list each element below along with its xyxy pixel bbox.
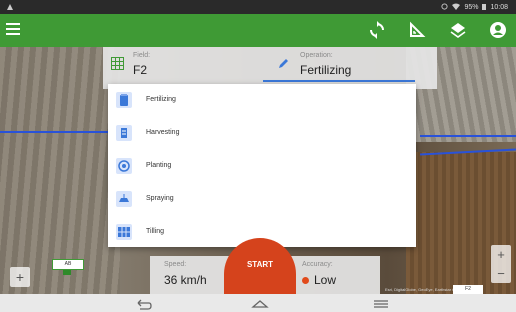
zoom-in-button[interactable]: +: [491, 245, 511, 264]
field-label: Field:: [133, 52, 151, 59]
start-button-label: START: [246, 260, 274, 269]
accuracy-indicator-dot: [302, 277, 309, 284]
speed-label: Speed:: [164, 261, 187, 268]
map-field-left: [0, 47, 120, 294]
accuracy-value: Low: [314, 273, 337, 287]
job-header-panel: Field: F2 Operation: Fertilizing: [103, 47, 437, 89]
operation-dropdown: Fertilizing Harvesting Planting Spraying…: [108, 84, 416, 247]
back-icon[interactable]: [135, 297, 153, 310]
wifi-icon: [452, 3, 461, 12]
battery-icon: [482, 3, 487, 12]
layers-icon[interactable]: [449, 21, 467, 39]
menu-item-fertilizing[interactable]: Fertilizing: [108, 84, 416, 117]
seed-icon: [116, 158, 132, 174]
vehicle-marker-icon: [63, 270, 71, 275]
area-measure-icon[interactable]: [408, 21, 426, 39]
pencil-icon: [278, 56, 290, 74]
notification-icon: [6, 3, 14, 13]
fertilizer-bag-icon: [116, 92, 132, 108]
field-boundary-line: [0, 131, 120, 133]
operation-underline: [263, 80, 415, 82]
home-icon[interactable]: [251, 297, 269, 309]
system-nav-bar: [0, 294, 516, 312]
speed-value: 36 km/h: [164, 273, 207, 287]
field-tag: F2: [453, 285, 483, 294]
app-bar: [0, 14, 516, 47]
account-icon[interactable]: [489, 21, 507, 39]
field-value: F2: [133, 63, 148, 77]
add-boundary-button[interactable]: +: [10, 267, 30, 287]
menu-icon[interactable]: [6, 23, 20, 37]
operation-label: Operation:: [300, 52, 333, 59]
menu-item-planting[interactable]: Planting: [108, 150, 416, 183]
battery-percent: 95%: [464, 4, 479, 11]
zoom-out-button[interactable]: −: [491, 264, 511, 283]
menu-item-harvesting[interactable]: Harvesting: [108, 117, 416, 150]
harvester-icon: [116, 125, 132, 141]
status-bar: 95% 10:08: [0, 0, 516, 14]
menu-item-spraying[interactable]: Spraying: [108, 183, 416, 216]
ab-line-badge[interactable]: AB: [52, 259, 84, 270]
sprayer-icon: [116, 191, 132, 207]
grid-icon: [111, 57, 124, 75]
recents-icon[interactable]: [372, 297, 390, 309]
accuracy-label: Accuracy:: [302, 261, 333, 268]
zoom-controls: + −: [491, 245, 511, 283]
field-boundary-line: [420, 135, 516, 137]
clock: 10:08: [490, 4, 508, 11]
operation-value: Fertilizing: [300, 63, 352, 77]
location-icon: [441, 3, 449, 12]
tiller-icon: [116, 224, 132, 240]
sync-icon[interactable]: [368, 21, 386, 39]
